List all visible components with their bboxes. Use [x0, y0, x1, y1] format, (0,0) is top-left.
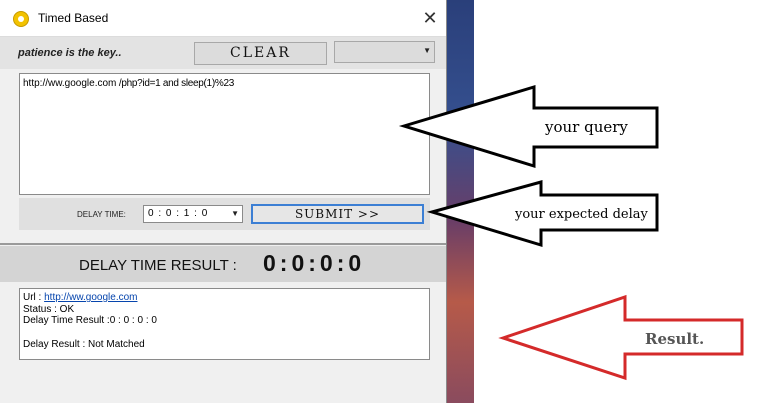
query-annotation: your query — [545, 118, 628, 136]
result-arrow-icon — [498, 294, 744, 381]
result-annotation: Result. — [645, 330, 705, 348]
delay-annotation: your expected delay — [515, 207, 648, 222]
